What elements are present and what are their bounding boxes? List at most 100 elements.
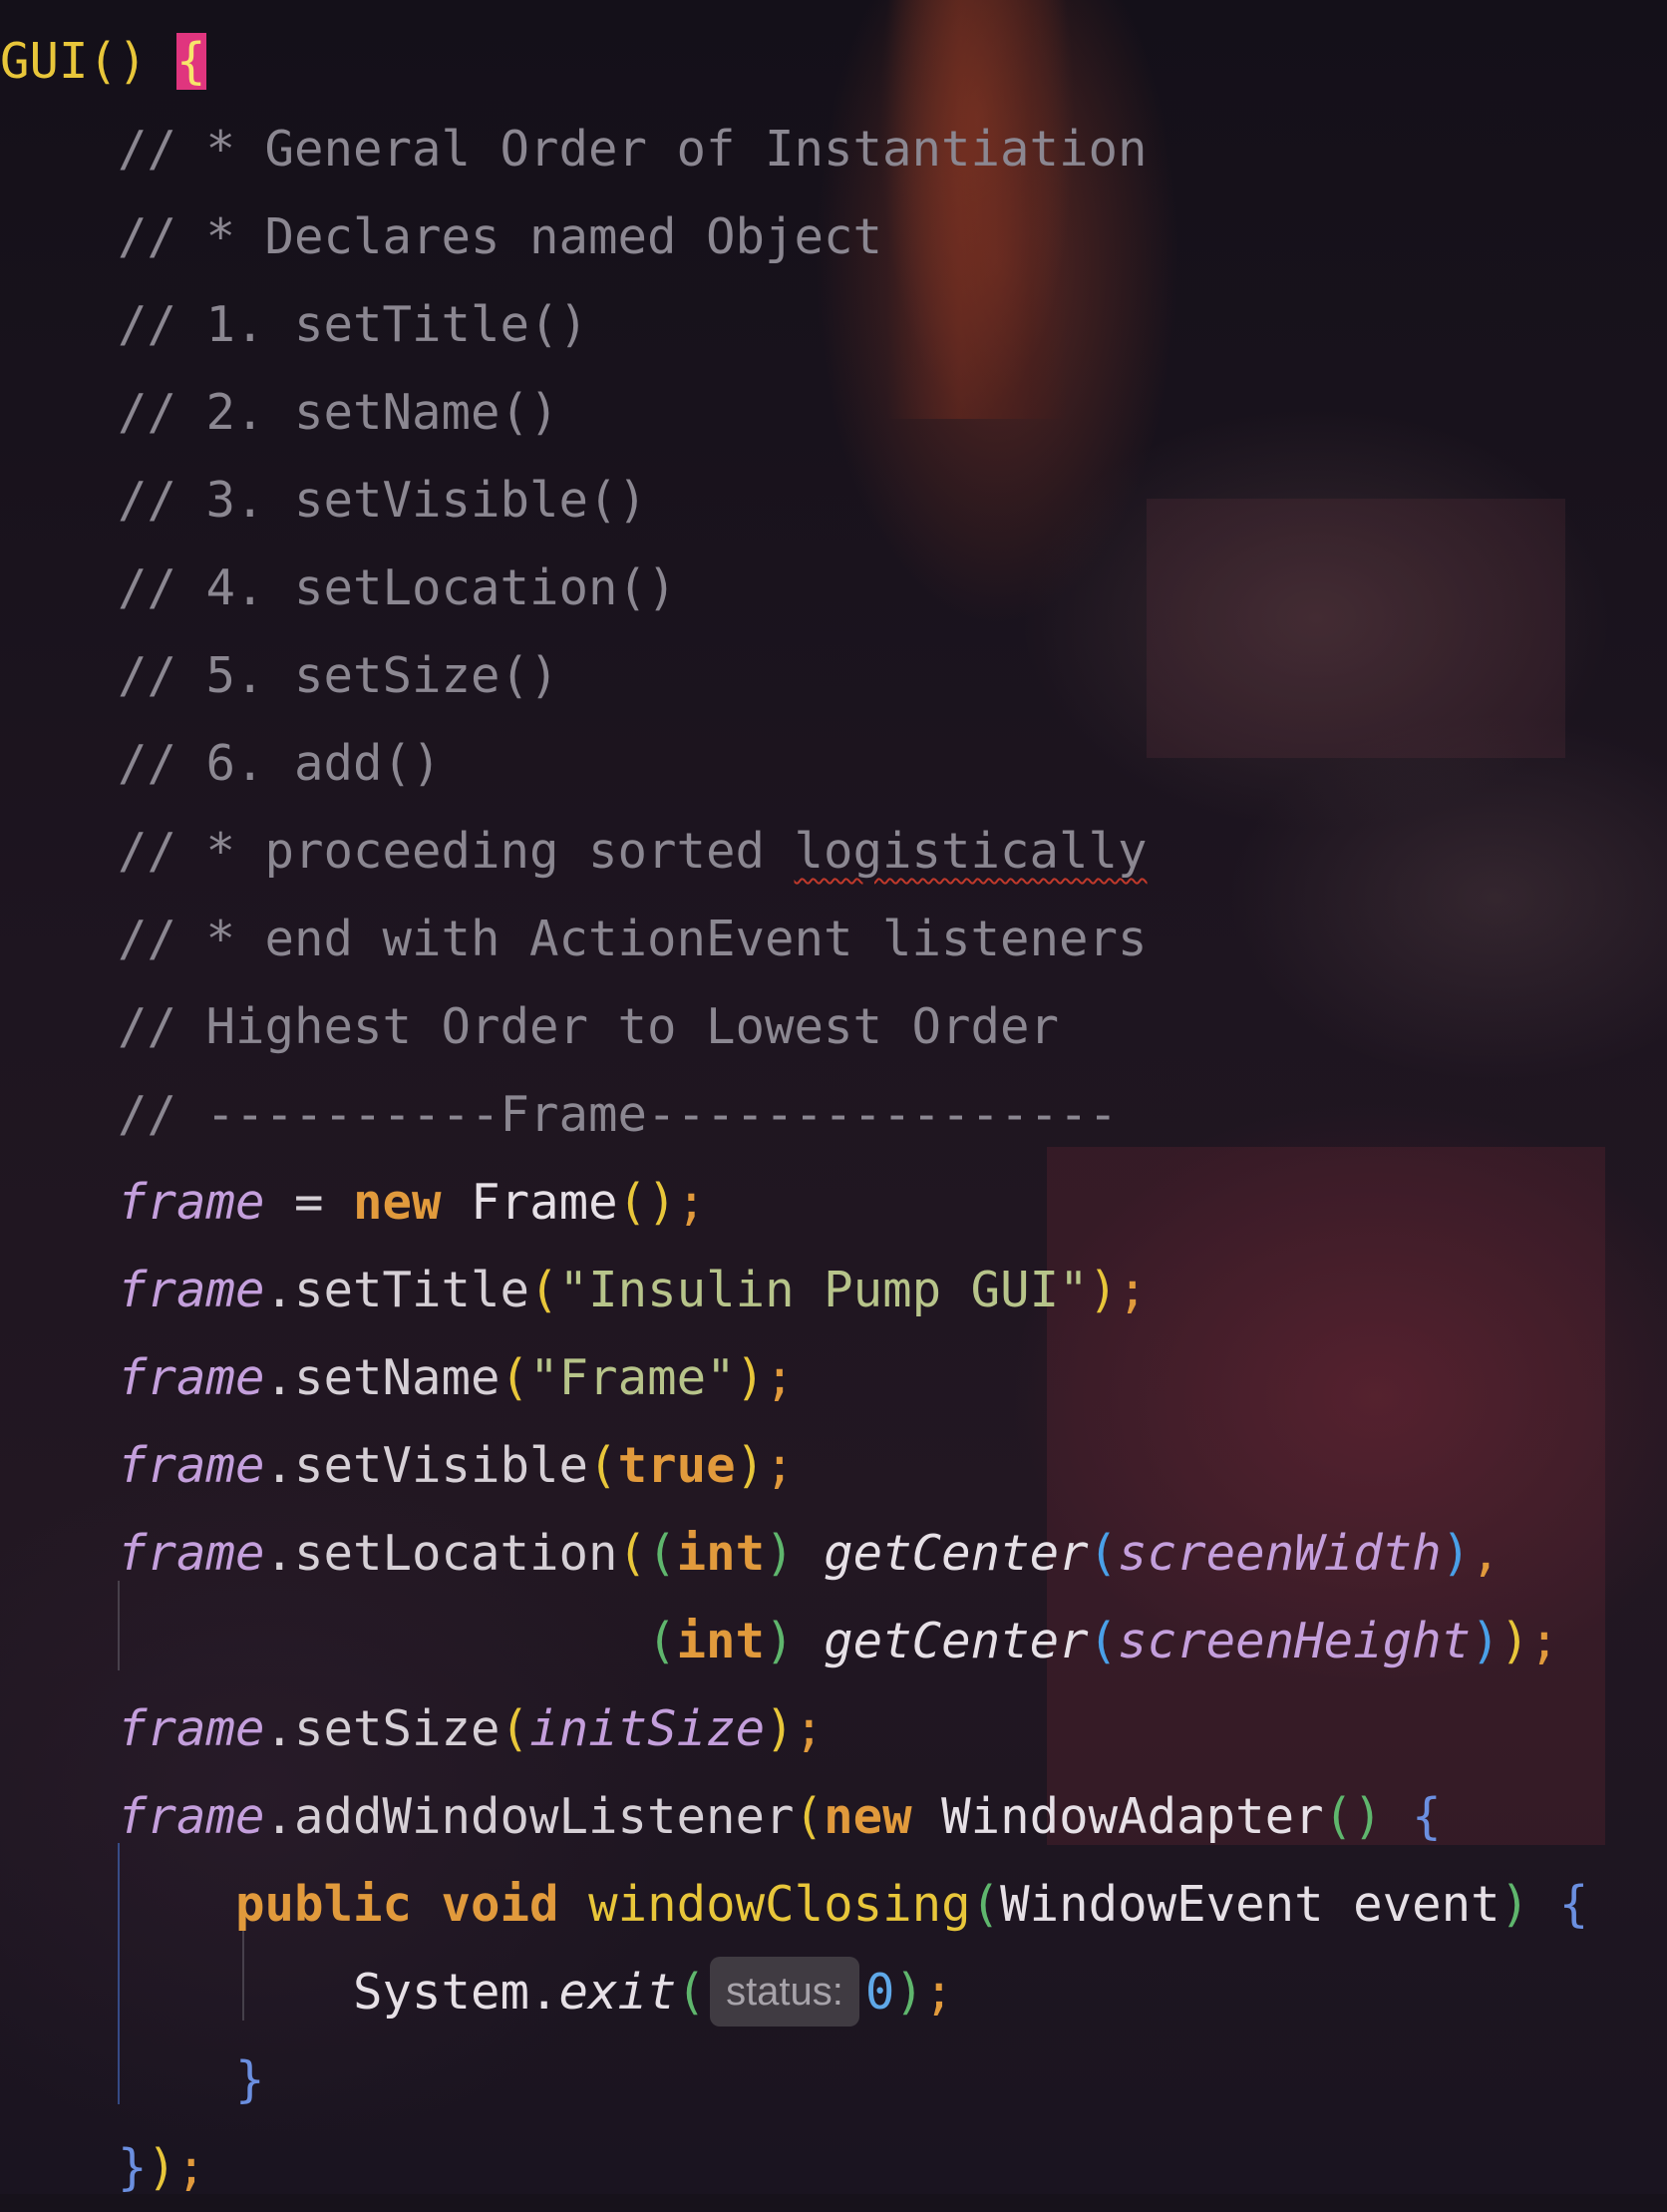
keyword: new	[353, 1174, 442, 1231]
keyword: true	[617, 1437, 736, 1494]
brace: }	[118, 2139, 148, 2196]
method-call: .setSize	[264, 1700, 500, 1757]
code-line: frame.addWindowListener(new WindowAdapte…	[0, 1773, 1667, 1861]
code-line: frame.setVisible(true);	[0, 1422, 1667, 1510]
paren: ()	[1323, 1788, 1383, 1845]
class-name: WindowEvent	[1000, 1876, 1324, 1933]
paren: (	[794, 1788, 825, 1845]
comment: // 3. setVisible()	[118, 472, 648, 529]
method-declaration: GUI()	[0, 33, 148, 90]
class-name: Frame	[471, 1174, 618, 1231]
number-literal: 0	[864, 1964, 895, 2021]
paren: (	[647, 1525, 677, 1582]
paren: (	[647, 1613, 677, 1669]
brace: {	[1412, 1788, 1442, 1845]
field-ref: frame	[118, 1437, 265, 1494]
comment: // Highest Order to Lowest Order	[118, 998, 1060, 1055]
comment: // 6. add()	[118, 735, 442, 792]
comment: // ----------Frame----------------	[118, 1086, 1119, 1143]
code-line: // 3. setVisible()	[0, 457, 1667, 545]
paren: )	[765, 1525, 795, 1582]
code-line: // * proceeding sorted logistically	[0, 808, 1667, 896]
method-call: .setLocation	[264, 1525, 618, 1582]
comment: // * General Order of Instantiation	[118, 121, 1148, 178]
code-line: System.exit(status: 0);	[0, 1949, 1667, 2036]
parameter: event	[1353, 1876, 1500, 1933]
string-literal: "Insulin Pump GUI"	[558, 1262, 1089, 1318]
semicolon: ;	[1529, 1613, 1559, 1669]
code-line: // 4. setLocation()	[0, 545, 1667, 632]
code-line: GUI() {	[0, 18, 1667, 106]
code-editor[interactable]: GUI() { // * General Order of Instantiat…	[0, 18, 1667, 2212]
semicolon: ;	[765, 1437, 795, 1494]
method-call: .setVisible	[264, 1437, 589, 1494]
spellcheck-word[interactable]: logistically	[795, 823, 1148, 880]
paren: )	[1500, 1613, 1530, 1669]
comment: // 4. setLocation()	[118, 559, 677, 616]
code-line: frame.setSize(initSize);	[0, 1685, 1667, 1773]
field-ref: frame	[118, 1788, 265, 1845]
field-ref: frame	[118, 1174, 265, 1231]
semicolon: ;	[794, 1700, 825, 1757]
method-call: .setTitle	[264, 1262, 530, 1318]
paren: )	[765, 1700, 795, 1757]
code-line: });	[0, 2124, 1667, 2212]
code-line: // 1. setTitle()	[0, 281, 1667, 369]
brace: {	[1558, 1876, 1589, 1933]
keyword: void	[441, 1876, 559, 1933]
comment: // 1. setTitle()	[118, 296, 589, 353]
comment: // * Declares named Object	[118, 208, 883, 265]
code-line: // Highest Order to Lowest Order	[0, 983, 1667, 1071]
field-ref: frame	[118, 1525, 265, 1582]
paren: )	[735, 1437, 766, 1494]
paren: (	[500, 1349, 530, 1406]
paren: (	[970, 1876, 1001, 1933]
comment: // 5. setSize()	[118, 647, 559, 704]
code-line: frame = new Frame();	[118, 1174, 707, 1231]
paren: )	[147, 2139, 177, 2196]
variable-ref: screenWidth	[1118, 1525, 1442, 1582]
paren: )	[1441, 1525, 1472, 1582]
paren: )	[1500, 1876, 1530, 1933]
keyword: new	[824, 1788, 912, 1845]
code-line: // 2. setName()	[0, 369, 1667, 457]
paren: )	[894, 1964, 924, 2021]
paren: (	[1088, 1613, 1119, 1669]
class-name: System.	[353, 1964, 559, 2021]
variable-ref: initSize	[529, 1700, 766, 1757]
code-line: (int) getCenter(screenHeight));	[0, 1598, 1667, 1685]
comment: // * end with ActionEvent listeners	[118, 911, 1148, 967]
code-line: // * Declares named Object	[0, 193, 1667, 281]
code-line: // * end with ActionEvent listeners	[0, 896, 1667, 983]
code-line: frame.setTitle("Insulin Pump GUI");	[0, 1247, 1667, 1334]
paren: (	[676, 1964, 707, 2021]
semicolon: ;	[1118, 1262, 1148, 1318]
method-call: getCenter	[824, 1613, 1089, 1669]
paren: (	[500, 1700, 530, 1757]
brace: }	[235, 2051, 265, 2108]
paren: )	[1471, 1613, 1500, 1669]
semicolon: ;	[176, 2139, 206, 2196]
code-line: }	[0, 2036, 1667, 2124]
paren: )	[1088, 1262, 1119, 1318]
method-call: .setName	[264, 1349, 500, 1406]
paren: )	[765, 1613, 795, 1669]
field-ref: frame	[118, 1262, 265, 1318]
comment: // 2. setName()	[118, 384, 559, 441]
semicolon: ;	[676, 1174, 707, 1231]
keyword: int	[676, 1525, 766, 1582]
method-declaration: windowClosing	[588, 1876, 971, 1933]
code-line: public void windowClosing(WindowEvent ev…	[0, 1861, 1667, 1949]
variable-ref: screenHeight	[1118, 1613, 1472, 1669]
string-literal: "Frame"	[529, 1349, 736, 1406]
paren: (	[617, 1525, 648, 1582]
comment: // * proceeding sorted	[118, 823, 766, 880]
class-name: WindowAdapter	[941, 1788, 1324, 1845]
code-line: // * General Order of Instantiation	[0, 106, 1667, 193]
method-call: .addWindowListener	[264, 1788, 795, 1845]
code-line: // ----------Frame----------------	[0, 1071, 1667, 1159]
code-line: frame.setName("Frame");	[0, 1334, 1667, 1422]
paren: (	[1088, 1525, 1119, 1582]
paren: (	[529, 1262, 559, 1318]
keyword: int	[676, 1613, 766, 1669]
